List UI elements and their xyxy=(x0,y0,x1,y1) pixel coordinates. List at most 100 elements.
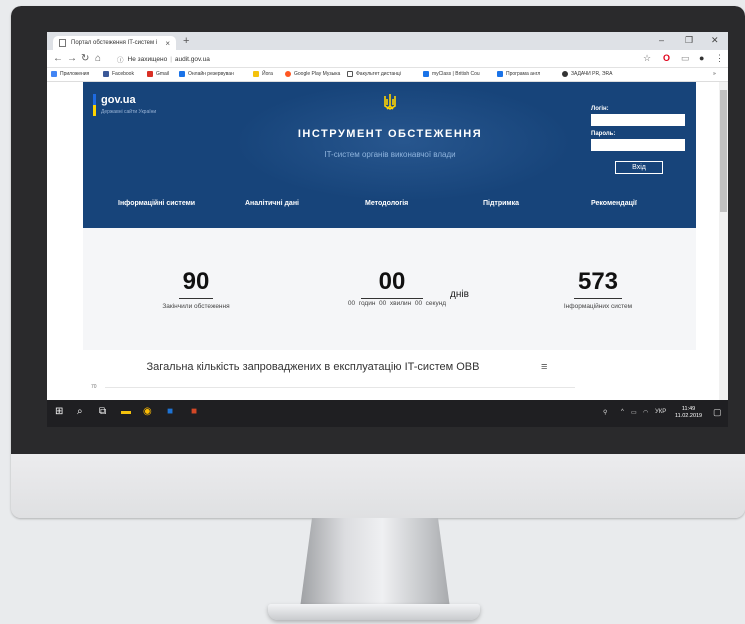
menu-item-analytics[interactable]: Аналітичні дані xyxy=(245,200,299,207)
grid-icon xyxy=(423,71,429,77)
forward-icon[interactable]: → xyxy=(67,53,77,64)
chart-title: Загальна кількість запроваджених в експл… xyxy=(146,361,480,373)
hero-glow xyxy=(233,82,573,202)
password-input[interactable] xyxy=(591,139,685,151)
menu-item-systems[interactable]: Інформаційні системи xyxy=(118,200,195,207)
tray-arrow-icon[interactable]: ^ xyxy=(621,409,624,415)
minimize-icon[interactable]: – xyxy=(659,35,664,45)
stat-timer: 00 xyxy=(337,268,447,303)
star-icon[interactable]: ☆ xyxy=(643,53,651,64)
monitor-stand-base xyxy=(268,604,480,620)
bookmarks-bar: Приложения Facebook Gmail Онлайн резерву… xyxy=(47,68,728,82)
cloud-icon xyxy=(179,71,185,77)
powerpoint-icon[interactable]: ■ xyxy=(191,406,197,417)
chrome-icon[interactable]: ◉ xyxy=(143,406,152,417)
maximize-icon[interactable]: ❐ xyxy=(685,35,693,46)
windows-start-icon[interactable]: ⊞ xyxy=(55,406,63,417)
brand-subtitle: Державні сайти України xyxy=(101,109,157,115)
bookmark-item[interactable]: Онлайн резервуван xyxy=(179,71,234,77)
stat-underline xyxy=(361,298,423,299)
avatar[interactable]: ● xyxy=(699,53,704,63)
reload-icon[interactable]: ↻ xyxy=(81,53,89,64)
address-separator: | xyxy=(170,55,172,63)
timer-days-label: днів xyxy=(450,289,469,300)
completed-value: 90 xyxy=(182,268,210,295)
play-music-icon xyxy=(285,71,291,77)
flag-bar xyxy=(93,94,96,116)
page-scrollbar[interactable] xyxy=(719,82,728,400)
apps-icon xyxy=(51,71,57,77)
clock-date: 11.02.2019 xyxy=(675,413,703,419)
trident-icon xyxy=(384,94,396,110)
bookmark-item[interactable]: ЗАДАЧИ PR, ЭRA xyxy=(562,71,612,77)
wifi-icon[interactable]: ◠ xyxy=(643,409,648,416)
more-menu-icon[interactable]: ⋮ xyxy=(715,53,724,64)
page-icon xyxy=(347,71,353,77)
bookmark-item[interactable]: Факультет дистанці xyxy=(347,71,401,77)
bookmark-item[interactable]: Facebook xyxy=(103,71,134,77)
grid-icon xyxy=(497,71,503,77)
timer-countdown: 00 годин 00 хвилин 00 секунд xyxy=(347,300,447,307)
bookmark-item[interactable]: Йога xyxy=(253,71,273,77)
clock[interactable]: 11:49 11.02.2019 xyxy=(675,406,702,420)
scrollbar-thumb[interactable] xyxy=(720,90,727,212)
scene: Портал обстеження IT-систем і × + – ❐ ✕ … xyxy=(0,0,745,624)
password-label: Пароль: xyxy=(591,131,616,137)
login-input[interactable] xyxy=(591,114,685,126)
new-tab-icon[interactable]: + xyxy=(183,35,189,47)
login-button[interactable]: Вхід xyxy=(615,161,663,174)
close-tab-icon[interactable]: × xyxy=(165,39,170,48)
more-bookmarks-icon[interactable]: » xyxy=(713,71,716,77)
menu-item-recommendations[interactable]: Рекомендації xyxy=(591,200,637,207)
security-label: Не захищено xyxy=(127,55,168,63)
brand-name: gov.ua xyxy=(101,94,136,106)
chart-menu-icon[interactable]: ≡ xyxy=(541,361,547,373)
screen: Портал обстеження IT-систем і × + – ❐ ✕ … xyxy=(47,32,728,427)
stat-underline xyxy=(574,298,622,299)
back-icon[interactable]: ← xyxy=(53,53,63,64)
opera-icon[interactable]: O xyxy=(663,53,670,63)
menu-item-methodology[interactable]: Методологія xyxy=(365,200,408,207)
bookmark-item[interactable]: Приложения xyxy=(51,71,89,77)
task-view-icon[interactable]: ⧉ xyxy=(99,406,106,417)
tab-title: Портал обстеження IT-систем і xyxy=(71,40,158,46)
main-menu: Інформаційні системи Аналітичні дані Мет… xyxy=(83,200,696,212)
web-page: gov.ua Державні сайти України Інструмент… xyxy=(47,82,728,400)
stat-completed: 90 Закінчили обстеження xyxy=(141,268,251,310)
hero-header: gov.ua Державні сайти України Інструмент… xyxy=(83,82,696,228)
file-explorer-icon[interactable]: ▬ xyxy=(121,406,131,417)
stats-section: 90 Закінчили обстеження 00 днів 00 годин… xyxy=(83,228,696,350)
search-icon[interactable]: ⌕ xyxy=(77,406,83,417)
address-url: audit.gov.ua xyxy=(174,55,210,63)
browser-tabbar: Портал обстеження IT-систем і × + – ❐ ✕ xyxy=(47,32,728,50)
chart-card: Загальна кількість запроваджених в експл… xyxy=(83,354,696,400)
bookmark-item[interactable]: myClass | British Cou xyxy=(423,71,480,77)
language-indicator[interactable]: УКР xyxy=(655,409,666,415)
address-bar[interactable]: ⓘ Не захищено | audit.gov.ua xyxy=(113,52,639,66)
menu-item-support[interactable]: Підтримка xyxy=(483,200,519,207)
facebook-icon xyxy=(103,71,109,77)
page-subtitle: IT-систем органів виконавчої влади xyxy=(324,150,456,159)
info-icon[interactable]: ⓘ xyxy=(117,54,124,64)
login-label: Логін: xyxy=(591,106,609,112)
bookmark-item[interactable]: Програма англ xyxy=(497,71,540,77)
gmail-icon xyxy=(147,71,153,77)
close-window-icon[interactable]: ✕ xyxy=(711,35,719,46)
extension-icon[interactable]: ▭ xyxy=(681,53,690,64)
battery-icon[interactable]: ▭ xyxy=(631,409,637,416)
bookmark-item[interactable]: Gmail xyxy=(147,71,169,77)
browser-tab[interactable]: Портал обстеження IT-систем і × xyxy=(53,36,176,50)
systems-value: 573 xyxy=(577,268,619,295)
outlook-icon[interactable]: ■ xyxy=(167,406,173,417)
bookmark-logo-icon xyxy=(562,71,568,77)
monitor-chin xyxy=(11,454,745,518)
notifications-icon[interactable]: ▢ xyxy=(713,407,722,418)
home-icon[interactable]: ⌂ xyxy=(95,53,101,64)
bookmark-item[interactable]: Google Play Музыка xyxy=(285,71,340,77)
folder-icon xyxy=(253,71,259,77)
browser-toolbar: ← → ↻ ⌂ ⓘ Не захищено | audit.gov.ua ☆ O… xyxy=(47,50,728,68)
page-icon xyxy=(59,39,66,47)
timer-days-value: 00 xyxy=(378,268,406,295)
monitor: Портал обстеження IT-систем і × + – ❐ ✕ … xyxy=(11,6,745,518)
people-icon[interactable]: ⚲ xyxy=(603,409,607,416)
